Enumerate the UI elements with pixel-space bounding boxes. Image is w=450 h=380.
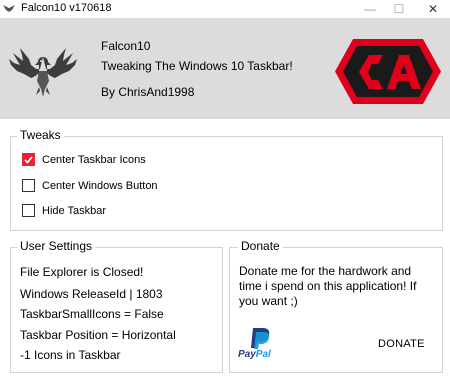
title-bar: Falcon10 v170618 — ☐ ✕ bbox=[0, 0, 450, 18]
tweak-center-windows-button[interactable]: Center Windows Button bbox=[22, 179, 158, 192]
setting-line: File Explorer is Closed! bbox=[20, 265, 144, 279]
app-description: Tweaking The Windows 10 Taskbar! bbox=[101, 59, 293, 73]
tweak-label: Center Windows Button bbox=[42, 179, 158, 192]
header-banner: Falcon10 Tweaking The Windows 10 Taskbar… bbox=[0, 18, 450, 119]
close-button[interactable]: ✕ bbox=[418, 0, 448, 18]
tweaks-legend: Tweaks bbox=[17, 128, 64, 142]
checkbox-hide-taskbar[interactable] bbox=[22, 204, 35, 217]
ca-logo bbox=[335, 39, 441, 104]
paypal-icon[interactable] bbox=[247, 327, 273, 349]
maximize-button[interactable]: ☐ bbox=[384, 0, 414, 18]
minimize-button[interactable]: — bbox=[355, 0, 385, 18]
setting-line: Windows ReleaseId | 1803 bbox=[20, 287, 163, 301]
window-title: Falcon10 v170618 bbox=[21, 2, 112, 14]
app-name: Falcon10 bbox=[101, 39, 151, 53]
falcon-logo bbox=[9, 48, 77, 97]
setting-line: -1 Icons in Taskbar bbox=[20, 348, 121, 362]
tweak-label: Hide Taskbar bbox=[42, 204, 106, 217]
setting-line: Taskbar Position = Horizontal bbox=[20, 328, 176, 342]
tweak-label: Center Taskbar Icons bbox=[42, 153, 146, 166]
app-author: By ChrisAnd1998 bbox=[101, 85, 195, 99]
check-icon bbox=[24, 155, 33, 164]
paypal-wordmark[interactable]: PayPal bbox=[238, 349, 271, 360]
checkbox-center-windows-button[interactable] bbox=[22, 179, 35, 192]
falcon-icon bbox=[3, 5, 15, 12]
tweak-hide-taskbar[interactable]: Hide Taskbar bbox=[22, 204, 106, 217]
donate-legend: Donate bbox=[238, 239, 283, 253]
user-settings-group: User Settings File Explorer is Closed! W… bbox=[10, 239, 223, 373]
tweak-center-taskbar-icons[interactable]: Center Taskbar Icons bbox=[22, 153, 146, 166]
tweaks-group: Tweaks Center Taskbar Icons Center Windo… bbox=[10, 128, 443, 231]
checkbox-center-taskbar-icons[interactable] bbox=[22, 153, 35, 166]
user-settings-legend: User Settings bbox=[17, 239, 96, 253]
donate-group: Donate Donate me for the hardwork and ti… bbox=[229, 239, 443, 373]
setting-line: TaskbarSmallIcons = False bbox=[20, 307, 164, 321]
donate-text: Donate me for the hardwork and time i sp… bbox=[239, 264, 417, 308]
donate-button[interactable]: DONATE bbox=[378, 338, 425, 350]
